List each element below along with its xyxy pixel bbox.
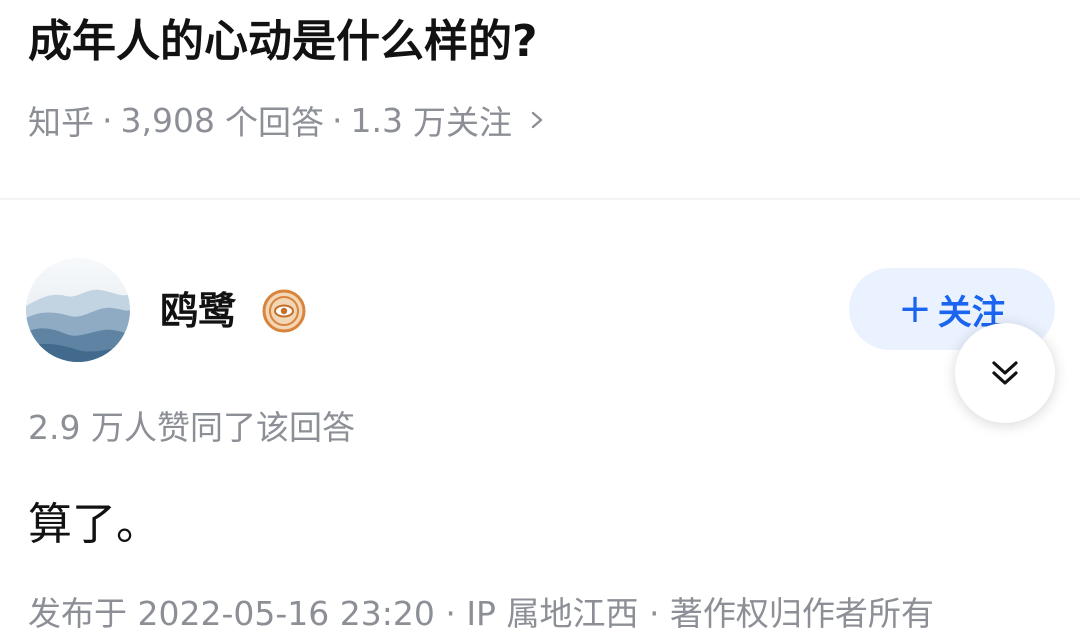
author-name[interactable]: 鸥鹭	[160, 286, 236, 336]
chevron-right-icon	[531, 111, 543, 129]
follow-count-label: 万关注	[412, 103, 512, 142]
source-label: 知乎	[28, 103, 94, 142]
question-title[interactable]: 成年人的心动是什么样的?	[28, 12, 538, 72]
expand-button[interactable]	[955, 323, 1055, 423]
double-chevron-down-icon	[992, 361, 1018, 385]
meta-separator: ·	[102, 100, 113, 140]
avatar[interactable]	[26, 258, 130, 362]
follow-count: 1.3	[350, 100, 403, 140]
question-meta[interactable]: 知乎 · 3,908 个回答 · 1.3 万关注	[28, 96, 546, 144]
answer-count: 3,908	[120, 100, 215, 140]
publish-info: 发布于 2022-05-16 23:20 · IP 属地江西 · 著作权归作者所…	[28, 594, 934, 633]
eye-badge-icon	[262, 289, 306, 333]
vote-count-text: 2.9 万人赞同了该回答	[28, 408, 355, 447]
meta-separator: ·	[331, 100, 343, 140]
section-divider	[0, 198, 1080, 200]
answer-count-label: 个回答	[224, 103, 324, 142]
answer-page: 成年人的心动是什么样的? 知乎 · 3,908 个回答 · 1.3 万关注 鸥鹭…	[0, 0, 1080, 642]
plus-icon: +	[898, 286, 932, 332]
answer-content[interactable]: 算了。	[28, 495, 160, 555]
